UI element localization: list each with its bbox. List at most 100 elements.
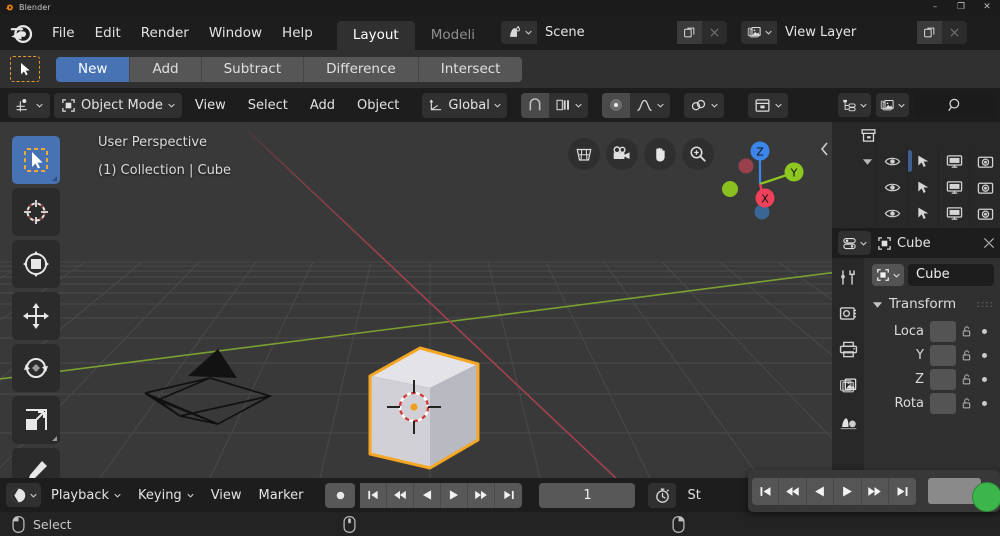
overlay-play[interactable] <box>834 477 862 505</box>
timeline-menu-keying[interactable]: Keying <box>131 483 201 507</box>
previous-keyframe-button[interactable] <box>387 482 415 508</box>
auto-keying-button[interactable] <box>325 482 356 508</box>
next-keyframe-button[interactable] <box>468 482 496 508</box>
jump-to-end-button[interactable] <box>495 482 523 508</box>
overlay-play-reverse[interactable] <box>806 477 835 505</box>
overlay-next-keyframe[interactable] <box>861 477 889 505</box>
select-mode-difference[interactable]: Difference <box>304 56 419 82</box>
disable-in-viewport-toggle[interactable] <box>938 200 969 226</box>
close-button[interactable]: ✕ <box>974 0 1000 15</box>
scene-icon-button[interactable] <box>501 21 538 44</box>
transform-orientation-selector[interactable]: Global <box>422 92 507 118</box>
location-y-field[interactable] <box>930 344 956 366</box>
outliner-row-collection[interactable] <box>832 122 1000 148</box>
scene-new-button[interactable] <box>677 21 703 44</box>
scene-name-field[interactable]: Scene <box>537 21 678 44</box>
pan-view-button[interactable] <box>644 138 676 170</box>
camera-wireframe[interactable] <box>140 344 340 464</box>
tool-annotate[interactable] <box>12 448 60 478</box>
location-y-lock[interactable] <box>956 349 976 362</box>
outliner-search-field[interactable] <box>914 93 995 117</box>
menu-edit[interactable]: Edit <box>85 21 131 45</box>
tool-select-box[interactable] <box>12 136 60 184</box>
zoom-view-button[interactable] <box>682 138 714 170</box>
active-tool-indicator[interactable] <box>10 56 40 82</box>
proportional-falloff-selector[interactable] <box>629 92 670 118</box>
snap-target-selector[interactable] <box>548 92 588 118</box>
axis-gizmo[interactable]: Z Y X <box>716 134 804 222</box>
disable-in-viewport-toggle[interactable] <box>938 148 969 174</box>
object-data-button[interactable] <box>872 264 904 286</box>
sidebar-toggle-button[interactable] <box>820 142 830 156</box>
location-z-field[interactable] <box>930 368 956 390</box>
status-indicator-badge[interactable] <box>972 482 1000 512</box>
tool-move[interactable] <box>12 292 60 340</box>
hide-in-viewport-toggle[interactable] <box>876 148 907 174</box>
maximize-button[interactable]: ❐ <box>948 0 974 15</box>
pin-icon[interactable] <box>982 236 996 250</box>
location-x-field[interactable] <box>930 320 956 342</box>
timeline-menu-playback[interactable]: Playback <box>44 483 128 507</box>
prop-tab-output[interactable] <box>834 336 862 362</box>
play-button[interactable] <box>441 482 469 508</box>
workspace-tab-layout[interactable]: Layout <box>336 21 415 50</box>
viewport-menu-add[interactable]: Add <box>301 93 344 118</box>
editor-type-button[interactable] <box>8 92 50 118</box>
location-z-animate[interactable] <box>976 376 992 382</box>
tool-cursor[interactable] <box>12 188 60 236</box>
selectable-toggle[interactable] <box>907 148 938 174</box>
outliner[interactable] <box>832 122 1000 228</box>
select-mode-subtract[interactable]: Subtract <box>201 56 305 82</box>
outliner-row-3[interactable] <box>832 200 1000 226</box>
selectable-toggle[interactable] <box>907 174 938 200</box>
prop-tab-view-layer[interactable] <box>834 372 862 398</box>
outliner-row-1[interactable] <box>832 148 1000 174</box>
auto-key-stopwatch-button[interactable] <box>648 482 677 508</box>
tool-rotate[interactable] <box>12 344 60 392</box>
menu-render[interactable]: Render <box>131 21 199 45</box>
proportional-edit-toggle[interactable] <box>601 92 630 118</box>
prop-tab-render[interactable] <box>834 300 862 326</box>
select-mode-new[interactable]: New <box>56 56 131 82</box>
outliner-display-mode-button[interactable] <box>838 93 871 117</box>
disable-in-render-toggle[interactable] <box>969 174 1000 200</box>
properties-breadcrumb[interactable]: Cube <box>877 236 931 251</box>
viewport-menu-view[interactable]: View <box>186 93 235 118</box>
overlay-jump-to-start[interactable] <box>752 477 780 505</box>
disable-in-render-toggle[interactable] <box>969 200 1000 226</box>
menu-window[interactable]: Window <box>199 21 272 45</box>
viewport-menu-object[interactable]: Object <box>348 93 408 118</box>
jump-to-start-button[interactable] <box>360 482 388 508</box>
object-name-field[interactable]: Cube <box>908 264 994 286</box>
mirror-options-button[interactable] <box>683 92 724 118</box>
minimize-button[interactable]: – <box>922 0 948 15</box>
rotation-x-lock[interactable] <box>956 397 976 410</box>
play-reverse-button[interactable] <box>414 482 442 508</box>
view-layer-unlink-button[interactable] <box>942 21 968 44</box>
rotation-x-animate[interactable] <box>976 400 992 406</box>
timeline-menu-marker[interactable]: Marker <box>252 483 311 507</box>
disable-in-render-toggle[interactable] <box>969 148 1000 174</box>
location-y-animate[interactable] <box>976 352 992 358</box>
select-mode-intersect[interactable]: Intersect <box>418 56 523 82</box>
rotation-x-field[interactable] <box>930 392 956 414</box>
blender-logo-icon[interactable] <box>8 20 34 46</box>
prop-tab-scene[interactable] <box>834 408 862 434</box>
properties-editor-type-button[interactable] <box>838 231 871 255</box>
3d-viewport[interactable]: User Perspective (1) Collection | Cube Z… <box>0 122 832 478</box>
workspace-tab-modeling[interactable]: Modeli <box>415 21 491 50</box>
view-layer-name-field[interactable]: View Layer <box>777 21 918 44</box>
menu-file[interactable]: File <box>42 21 85 45</box>
prop-tab-tool[interactable] <box>834 264 862 290</box>
select-mode-add[interactable]: Add <box>130 56 202 82</box>
viewport-gizmo-button[interactable] <box>747 92 788 118</box>
snap-toggle-button[interactable] <box>520 92 549 118</box>
viewport-menu-select[interactable]: Select <box>239 93 297 118</box>
outliner-row-2[interactable] <box>832 174 1000 200</box>
view-layer-icon-button[interactable] <box>741 21 778 44</box>
hide-in-viewport-toggle[interactable] <box>876 200 907 226</box>
camera-view-button[interactable] <box>606 138 638 170</box>
menu-help[interactable]: Help <box>272 21 323 45</box>
tool-transform[interactable] <box>12 240 60 288</box>
timeline-editor-type-button[interactable] <box>6 483 41 507</box>
